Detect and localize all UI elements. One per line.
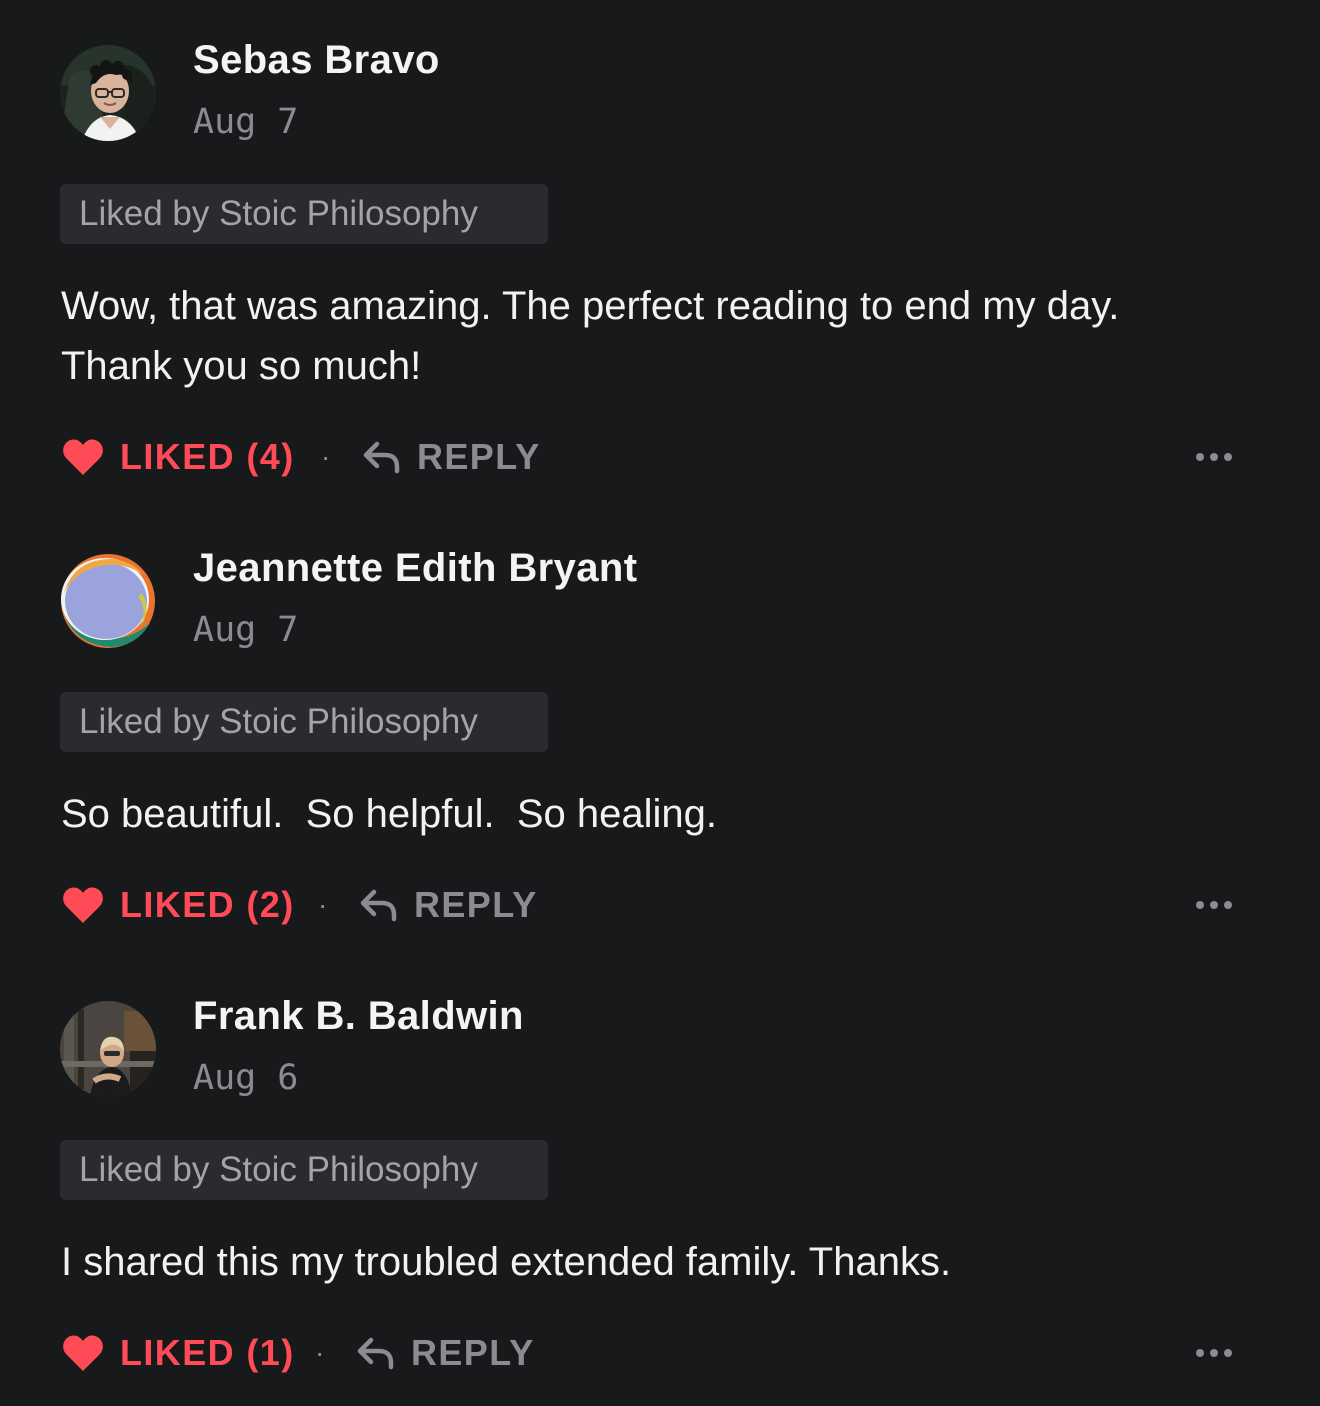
reply-label: REPLY	[411, 1332, 535, 1373]
avatar-generated	[60, 553, 156, 649]
reply-label: REPLY	[417, 436, 541, 477]
avatar-photo	[60, 45, 156, 141]
like-count-label: LIKED (1)	[120, 1332, 295, 1373]
comment: Frank B. Baldwin Aug 6 Liked by Stoic Ph…	[0, 956, 1320, 1406]
avatar[interactable]	[60, 553, 156, 649]
comment-actions: LIKED (4) · REPLY	[62, 434, 1252, 480]
reply-arrow-icon	[363, 441, 400, 474]
reply-label: REPLY	[414, 884, 538, 925]
comment-date[interactable]: Aug 6	[193, 1058, 298, 1098]
separator-dot: ·	[321, 441, 331, 472]
like-count-label: LIKED (4)	[120, 436, 295, 477]
more-options-icon[interactable]	[1194, 890, 1234, 920]
comment-actions: LIKED (1) · REPLY	[62, 1330, 1252, 1376]
reply-button[interactable]: REPLY	[357, 1330, 535, 1376]
separator-dot: ·	[318, 889, 328, 920]
comment-date[interactable]: Aug 7	[193, 102, 298, 142]
heart-icon	[63, 887, 103, 923]
like-button[interactable]: LIKED (4)	[62, 434, 295, 480]
like-count-label: LIKED (2)	[120, 884, 295, 925]
liked-by-badge: Liked by Stoic Philosophy	[60, 692, 548, 752]
more-options-icon[interactable]	[1194, 442, 1234, 472]
comment: Jeannette Edith Bryant Aug 7 Liked by St…	[0, 508, 1320, 956]
comment-date[interactable]: Aug 7	[193, 610, 298, 650]
like-button[interactable]: LIKED (2)	[62, 882, 295, 928]
comment-body: I shared this my troubled extended famil…	[61, 1240, 952, 1284]
author-name[interactable]: Jeannette Edith Bryant	[193, 546, 637, 591]
comment-actions: LIKED (2) · REPLY	[62, 882, 1252, 928]
author-name[interactable]: Frank B. Baldwin	[193, 994, 524, 1039]
comment: Sebas Bravo Aug 7 Liked by Stoic Philoso…	[0, 0, 1320, 508]
reply-button[interactable]: REPLY	[360, 882, 538, 928]
reply-button[interactable]: REPLY	[363, 434, 541, 480]
comment-body: So beautiful. So helpful. So healing.	[61, 792, 718, 836]
heart-icon	[63, 439, 103, 475]
avatar-photo	[60, 1001, 156, 1097]
avatar[interactable]	[60, 1001, 156, 1097]
comment-body: Wow, that was amazing. The perfect readi…	[61, 284, 1120, 388]
separator-dot: ·	[315, 1337, 325, 1368]
liked-by-badge: Liked by Stoic Philosophy	[60, 1140, 548, 1200]
reply-arrow-icon	[360, 889, 397, 922]
more-options-icon[interactable]	[1194, 1338, 1234, 1368]
reply-arrow-icon	[357, 1337, 394, 1370]
heart-icon	[63, 1335, 103, 1371]
avatar[interactable]	[60, 45, 156, 141]
liked-by-badge: Liked by Stoic Philosophy	[60, 184, 548, 244]
author-name[interactable]: Sebas Bravo	[193, 38, 440, 83]
like-button[interactable]: LIKED (1)	[62, 1330, 295, 1376]
